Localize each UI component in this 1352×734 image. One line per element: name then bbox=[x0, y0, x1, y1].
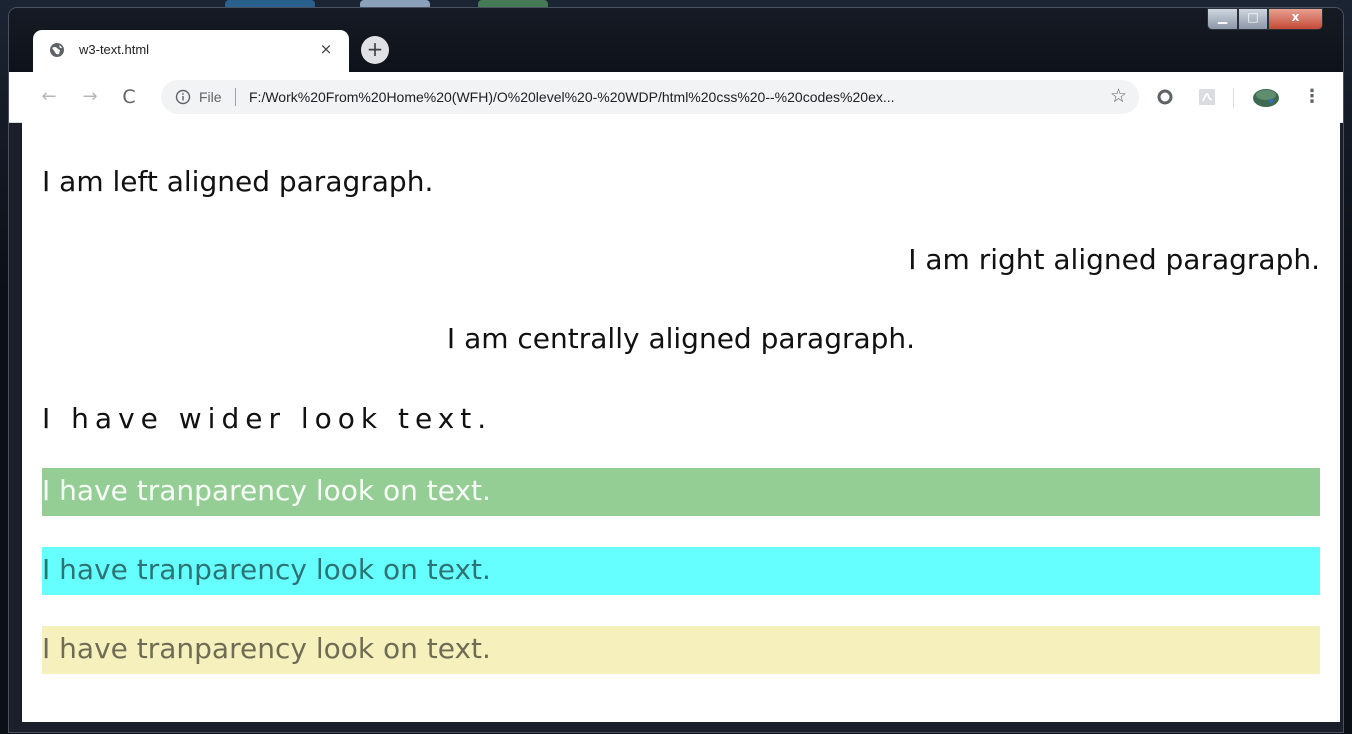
window-close-button[interactable]: x bbox=[1268, 8, 1323, 30]
browser-menu-icon[interactable]: ⋮ bbox=[1303, 84, 1321, 110]
right-aligned-paragraph: I am right aligned paragraph. bbox=[908, 243, 1320, 276]
window-minimize-button[interactable]: ▁ bbox=[1207, 8, 1238, 30]
tab-title: w3-text.html bbox=[79, 42, 150, 57]
url-scheme-label: File bbox=[199, 89, 222, 105]
new-tab-button[interactable]: + bbox=[361, 36, 389, 64]
transparency-paragraph-green: I have tranparency look on text. bbox=[42, 468, 1320, 516]
transparency-paragraph-yellow: I have tranparency look on text. bbox=[42, 626, 1320, 674]
left-aligned-paragraph: I am left aligned paragraph. bbox=[42, 165, 434, 198]
close-icon: x bbox=[1291, 10, 1300, 24]
transparency-paragraph-cyan: I have tranparency look on text. bbox=[42, 547, 1320, 595]
globe-icon bbox=[50, 43, 64, 57]
forward-button[interactable]: → bbox=[78, 85, 102, 109]
url-divider bbox=[235, 88, 236, 106]
url-text[interactable]: F:/Work%20From%20Home%20(WFH)/O%20level%… bbox=[249, 89, 1079, 105]
tab-close-icon[interactable]: × bbox=[317, 39, 335, 58]
extension-pdf-icon[interactable] bbox=[1195, 85, 1219, 109]
info-icon[interactable] bbox=[175, 89, 191, 105]
window-maximize-button[interactable]: □ bbox=[1238, 8, 1268, 30]
back-button[interactable]: ← bbox=[37, 85, 61, 109]
maximize-icon: □ bbox=[1247, 10, 1259, 24]
profile-avatar-icon[interactable] bbox=[1251, 85, 1279, 109]
minimize-icon: ▁ bbox=[1217, 10, 1228, 24]
window-bottom-frame bbox=[9, 722, 1343, 732]
letter-spaced-paragraph: I have wider look text. bbox=[42, 402, 493, 435]
center-aligned-paragraph: I am centrally aligned paragraph. bbox=[446, 322, 916, 355]
bookmark-star-icon[interactable]: ☆ bbox=[1110, 85, 1127, 107]
toolbar-divider bbox=[1233, 88, 1234, 108]
browser-titlebar: w3-text.html × + ▁ □ x bbox=[9, 8, 1343, 72]
browser-window: w3-text.html × + ▁ □ x ← → C File F:/Wor… bbox=[9, 8, 1343, 732]
browser-toolbar: ← → C File F:/Work%20From%20Home%20(WFH)… bbox=[9, 72, 1343, 123]
address-bar[interactable]: File F:/Work%20From%20Home%20(WFH)/O%20l… bbox=[161, 80, 1139, 114]
page-viewport: I am left aligned paragraph. I am right … bbox=[22, 122, 1340, 722]
reload-button[interactable]: C bbox=[117, 85, 141, 109]
tab-w3-text[interactable]: w3-text.html × bbox=[33, 30, 349, 72]
extension-circle-icon[interactable] bbox=[1153, 85, 1177, 109]
